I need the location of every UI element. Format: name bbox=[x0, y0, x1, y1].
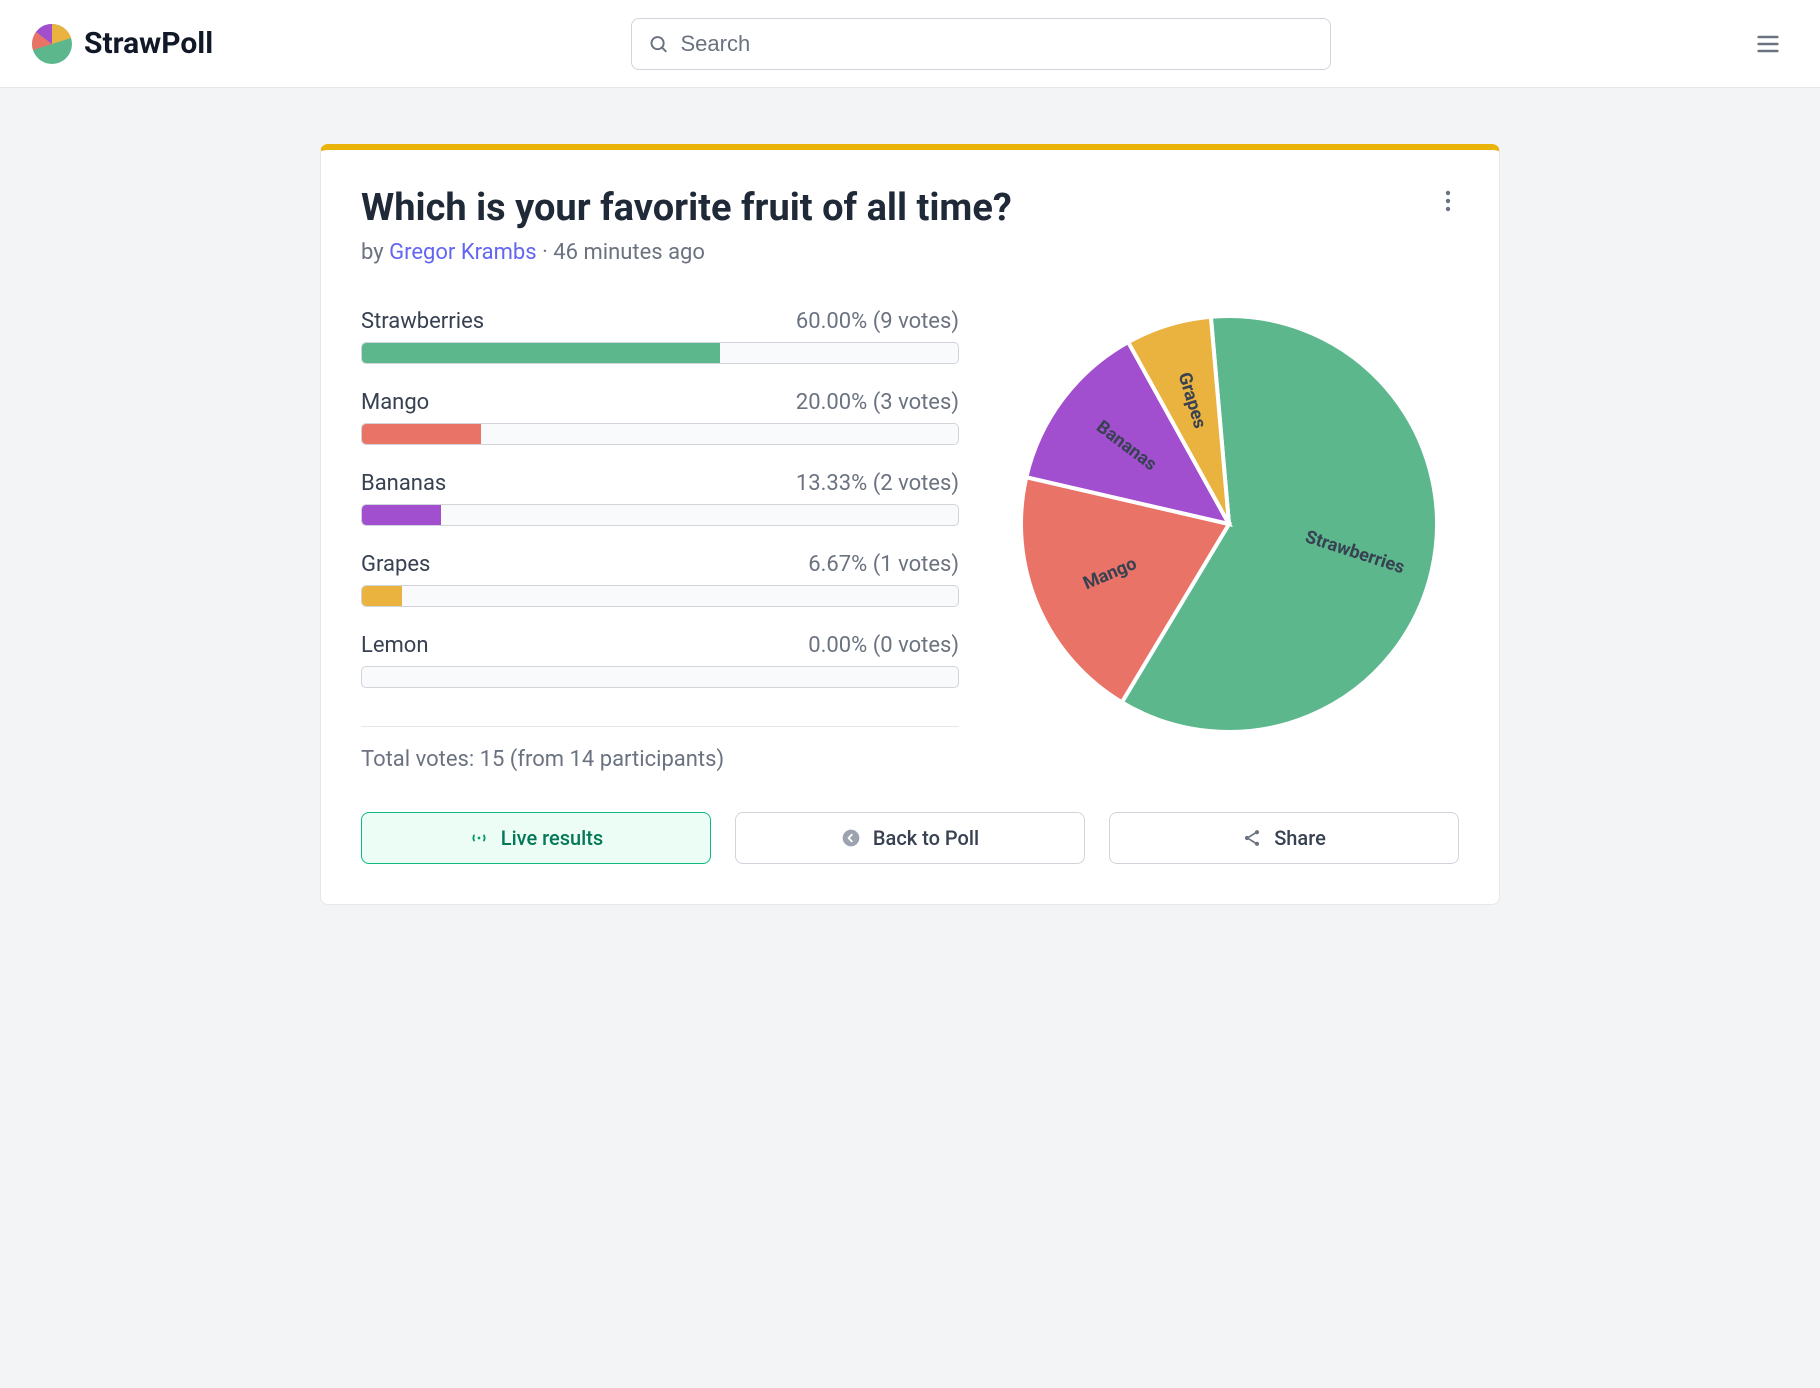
bar-row: Strawberries 60.00% (9 votes) bbox=[361, 309, 959, 364]
option-label: Bananas bbox=[361, 471, 446, 496]
poll-byline: by Gregor Krambs · 46 minutes ago bbox=[361, 240, 1012, 265]
share-icon bbox=[1242, 828, 1262, 848]
search-box[interactable] bbox=[631, 18, 1331, 70]
bar-track bbox=[361, 666, 959, 688]
option-label: Lemon bbox=[361, 633, 429, 658]
live-results-label: Live results bbox=[501, 826, 603, 850]
bar-head: Lemon 0.00% (0 votes) bbox=[361, 633, 959, 658]
top-bar: StrawPoll bbox=[0, 0, 1820, 88]
total-votes: Total votes: 15 (from 14 participants) bbox=[361, 747, 959, 772]
option-stat: 0.00% (0 votes) bbox=[808, 633, 959, 658]
option-label: Mango bbox=[361, 390, 429, 415]
search-input[interactable] bbox=[680, 31, 1313, 57]
broadcast-icon bbox=[469, 828, 489, 848]
option-stat: 6.67% (1 votes) bbox=[808, 552, 959, 577]
bar-row: Lemon 0.00% (0 votes) bbox=[361, 633, 959, 688]
search-icon bbox=[648, 33, 669, 55]
bar-fill bbox=[362, 586, 402, 606]
dots-vertical-icon bbox=[1445, 190, 1451, 212]
more-menu-button[interactable] bbox=[1437, 186, 1459, 221]
pie-chart-wrap: StrawberriesMangoBananasGrapes bbox=[999, 309, 1459, 739]
option-stat: 13.33% (2 votes) bbox=[796, 471, 959, 496]
poll-body: Strawberries 60.00% (9 votes) Mango 20.00% … bbox=[361, 309, 1459, 772]
poll-title: Which is your favorite fruit of all time… bbox=[361, 186, 1012, 230]
brand-logo-icon bbox=[32, 24, 72, 64]
card-header: Which is your favorite fruit of all time… bbox=[361, 186, 1459, 265]
option-label: Strawberries bbox=[361, 309, 484, 334]
bar-fill bbox=[362, 424, 481, 444]
arrow-left-circle-icon bbox=[841, 828, 861, 848]
bar-results: Strawberries 60.00% (9 votes) Mango 20.00% … bbox=[361, 309, 959, 772]
hamburger-icon bbox=[1754, 30, 1782, 58]
poll-card: Which is your favorite fruit of all time… bbox=[320, 144, 1500, 905]
live-results-button[interactable]: Live results bbox=[361, 812, 711, 864]
back-label: Back to Poll bbox=[873, 826, 979, 850]
bar-track bbox=[361, 423, 959, 445]
search-wrap bbox=[237, 18, 1724, 70]
divider bbox=[361, 726, 959, 727]
option-label: Grapes bbox=[361, 552, 430, 577]
brand-name: StrawPoll bbox=[84, 26, 213, 61]
brand[interactable]: StrawPoll bbox=[32, 24, 213, 64]
by-prefix: by bbox=[361, 240, 389, 265]
bar-track bbox=[361, 342, 959, 364]
bar-track bbox=[361, 585, 959, 607]
share-label: Share bbox=[1274, 826, 1326, 850]
bar-row: Mango 20.00% (3 votes) bbox=[361, 390, 959, 445]
option-stat: 20.00% (3 votes) bbox=[796, 390, 959, 415]
time-sep: · bbox=[537, 240, 554, 265]
bar-track bbox=[361, 504, 959, 526]
pie-chart: StrawberriesMangoBananasGrapes bbox=[1014, 309, 1444, 739]
poll-time: 46 minutes ago bbox=[553, 240, 705, 265]
bar-head: Bananas 13.33% (2 votes) bbox=[361, 471, 959, 496]
bar-row: Grapes 6.67% (1 votes) bbox=[361, 552, 959, 607]
author-link[interactable]: Gregor Krambs bbox=[389, 240, 537, 265]
share-button[interactable]: Share bbox=[1109, 812, 1459, 864]
menu-button[interactable] bbox=[1748, 24, 1788, 64]
bar-fill bbox=[362, 505, 441, 525]
option-stat: 60.00% (9 votes) bbox=[796, 309, 959, 334]
bar-head: Strawberries 60.00% (9 votes) bbox=[361, 309, 959, 334]
bar-fill bbox=[362, 343, 720, 363]
bar-head: Grapes 6.67% (1 votes) bbox=[361, 552, 959, 577]
action-row: Live results Back to Poll bbox=[361, 812, 1459, 864]
page: Which is your favorite fruit of all time… bbox=[0, 88, 1820, 961]
bar-row: Bananas 13.33% (2 votes) bbox=[361, 471, 959, 526]
bar-head: Mango 20.00% (3 votes) bbox=[361, 390, 959, 415]
back-to-poll-button[interactable]: Back to Poll bbox=[735, 812, 1085, 864]
